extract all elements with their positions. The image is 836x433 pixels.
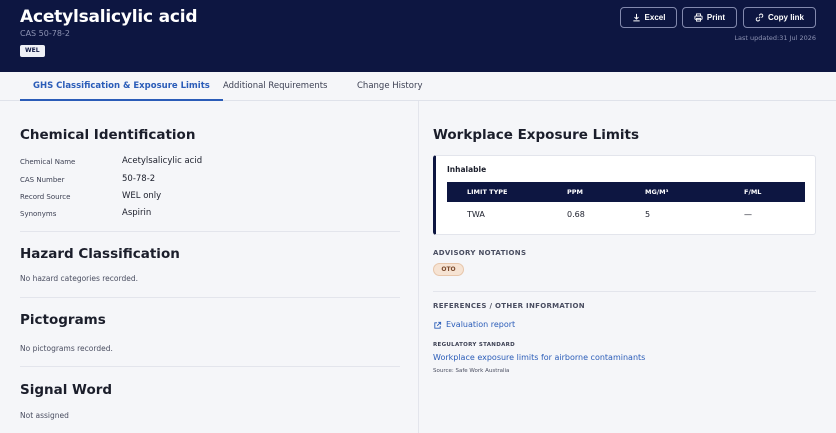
source-text: Source: Safe Work Australia: [433, 368, 510, 374]
download-icon: [632, 13, 640, 22]
section-divider: [20, 366, 400, 367]
pictograms-text: No pictograms recorded.: [20, 344, 113, 353]
cas-number-value: 50-78-2: [122, 174, 156, 184]
page-title: Acetylsalicylic acid: [20, 7, 198, 27]
cas-number-label: CAS Number: [20, 176, 65, 184]
tab-change-history[interactable]: Change History: [357, 72, 423, 101]
tab-ghs-classification[interactable]: GHS Classification & Exposure Limits: [20, 72, 223, 101]
regulatory-standard-caption: REGULATORY STANDARD: [433, 342, 516, 348]
cell-mg-m3: 5: [645, 210, 651, 219]
print-button-label: Print: [706, 13, 726, 22]
synonyms-value: Aspirin: [122, 208, 152, 218]
hazard-classification-text: No hazard categories recorded.: [20, 274, 138, 283]
oto-badge: OTO: [433, 263, 464, 276]
excel-button-label: Excel: [644, 13, 666, 22]
chemical-identification-heading: Chemical Identification: [20, 127, 196, 143]
cell-limit-type: TWA: [467, 210, 485, 219]
column-divider: [418, 101, 419, 433]
copy-link-button-label: Copy link: [767, 13, 804, 22]
regulatory-standard-link[interactable]: Workplace exposure limits for airborne c…: [433, 353, 645, 362]
exposure-limits-card: Inhalable LIMIT TYPE PPM MG/M³ F/ML TWA …: [433, 155, 816, 235]
signal-word-text: Not assigned: [20, 411, 69, 420]
cas-subtitle: CAS 50-78-2: [20, 29, 70, 38]
tab-additional-requirements[interactable]: Additional Requirements: [223, 72, 327, 101]
synonyms-label: Synonyms: [20, 210, 57, 218]
column-header-mg-m3: MG/M³: [645, 188, 669, 196]
advisory-notations-caption: ADVISORY NOTATIONS: [433, 249, 527, 257]
signal-word-heading: Signal Word: [20, 382, 113, 398]
references-caption: REFERENCES / OTHER INFORMATION: [433, 302, 585, 310]
chemical-name-label: Chemical Name: [20, 158, 76, 166]
cell-f-ml: —: [744, 210, 752, 219]
cell-ppm: 0.68: [567, 210, 585, 219]
record-source-label: Record Source: [20, 193, 71, 201]
section-divider: [433, 291, 816, 292]
link-icon: [755, 13, 764, 22]
column-header-ppm: PPM: [567, 188, 583, 196]
pictograms-heading: Pictograms: [20, 312, 106, 328]
copy-link-button[interactable]: Copy link: [743, 7, 816, 28]
section-divider: [20, 231, 400, 232]
chemical-name-value: Acetylsalicylic acid: [122, 156, 203, 166]
wel-badge: WEL: [20, 45, 45, 57]
exposure-limits-heading: Workplace Exposure Limits: [433, 127, 640, 143]
page-header: Acetylsalicylic acid CAS 50-78-2 WEL Exc…: [0, 0, 836, 72]
inhalable-title: Inhalable: [447, 165, 487, 174]
printer-icon: [694, 13, 703, 22]
last-updated: Last updated:31 Jul 2026: [734, 34, 816, 42]
print-button[interactable]: Print: [682, 7, 737, 28]
excel-button[interactable]: Excel: [620, 7, 677, 28]
column-header-limit-type: LIMIT TYPE: [467, 188, 508, 196]
hazard-classification-heading: Hazard Classification: [20, 246, 180, 262]
column-header-f-ml: F/ML: [744, 188, 762, 196]
tab-bar: GHS Classification & Exposure Limits Add…: [0, 72, 836, 101]
section-divider: [20, 297, 400, 298]
external-link-icon: [434, 321, 442, 329]
record-source-value: WEL only: [122, 191, 162, 201]
evaluation-report-link[interactable]: Evaluation report: [446, 320, 515, 329]
exposure-table-header: LIMIT TYPE PPM MG/M³ F/ML: [447, 182, 805, 202]
